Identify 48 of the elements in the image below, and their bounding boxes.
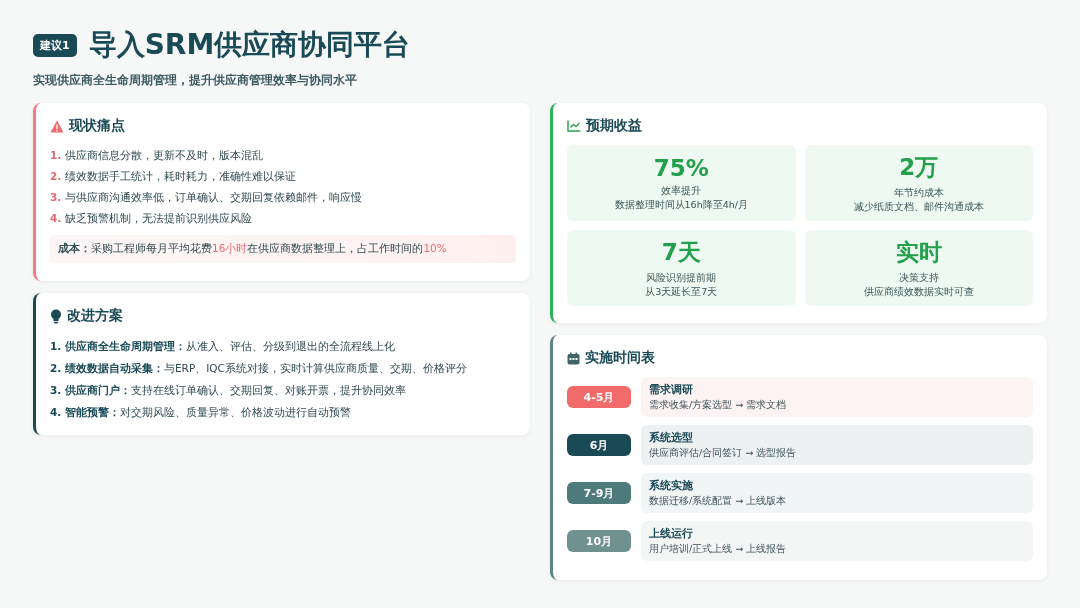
period-badge: 7-9月 (567, 482, 631, 504)
benefit-detail: 供应商绩效数据实时可查 (863, 285, 974, 299)
pain-point-text: 缺乏预警机制，无法提前识别供应风险 (65, 211, 253, 226)
benefit-label: 决策支持 (898, 271, 939, 285)
pain-point-text: 供应商信息分散，更新不及时，版本混乱 (65, 148, 264, 163)
card-title: 实施时间表 (585, 349, 655, 367)
solution-text: 1. 供应商全生命周期管理：从准入、评估、分级到退出的全流程线上化 (50, 339, 396, 354)
cost-note: 成本：采购工程师每月平均花费16小时在供应商数据整理上，占工作时间的10% (50, 235, 516, 263)
list-number: 1. (50, 148, 62, 163)
suggestion-badge: 建议1 (33, 33, 77, 57)
phase-name: 系统实施 (649, 478, 694, 494)
solution-text: 2. 绩效数据自动采集：与ERP、IQC系统对接，实时计算供应商质量、交期、价格评分 (50, 361, 468, 376)
benefit-value: 实时 (895, 238, 942, 267)
solution-text: 4. 智能预警：对交期风险、质量异常、价格波动进行自动预警 (50, 405, 352, 420)
benefit-label: 风险识别提前期 (646, 271, 717, 285)
period-badge: 4-5月 (567, 386, 631, 408)
benefit-detail: 从3天延长至7天 (645, 285, 718, 299)
line-chart-icon (567, 120, 581, 132)
card-title: 现状痛点 (69, 117, 125, 135)
card-title: 改进方案 (67, 307, 123, 325)
period-badge: 6月 (567, 434, 631, 456)
warning-icon (50, 119, 64, 133)
period-badge: 10月 (567, 530, 631, 552)
page-title: 导入SRM供应商协同平台 (88, 27, 411, 63)
benefit-value: 2万 (899, 153, 939, 182)
phase-detail: 用户培训/正式上线 → 上线报告 (649, 542, 788, 556)
card-title: 预期收益 (586, 117, 642, 135)
list-number: 3. (50, 190, 62, 205)
phase-name: 系统选型 (649, 430, 694, 446)
lightbulb-icon (50, 308, 62, 324)
phase-detail: 需求收集/方案选型 → 需求文档 (649, 398, 788, 412)
pain-point-text: 与供应商沟通效率低，订单确认、交期回复依赖邮件，响应慢 (65, 190, 363, 205)
phase-detail: 数据迁移/系统配置 → 上线版本 (649, 494, 788, 508)
list-number: 2. (50, 169, 62, 184)
pain-point-text: 绩效数据手工统计，耗时耗力，准确性难以保证 (65, 169, 297, 184)
benefit-label: 效率提升 (661, 183, 702, 198)
solution-text: 3. 供应商门户：支持在线订单确认、交期回复、对账开票，提升协同效率 (50, 383, 407, 398)
phase-name: 上线运行 (649, 526, 694, 542)
benefit-detail: 减少纸质文档、邮件沟通成本 (853, 200, 984, 214)
list-number: 4. (50, 211, 62, 226)
phase-name: 需求调研 (649, 382, 694, 398)
benefit-detail: 数据整理时间从16h降至4h/月 (614, 197, 748, 212)
benefit-label: 年节约成本 (893, 186, 944, 200)
page-subtitle: 实现供应商全生命周期管理，提升供应商管理效率与协同水平 (33, 72, 358, 89)
benefit-value: 7天 (661, 238, 701, 267)
phase-detail: 供应商评估/合同签订 → 选型报告 (649, 446, 798, 460)
calendar-icon (567, 351, 580, 365)
benefit-value: 75% (653, 154, 709, 181)
